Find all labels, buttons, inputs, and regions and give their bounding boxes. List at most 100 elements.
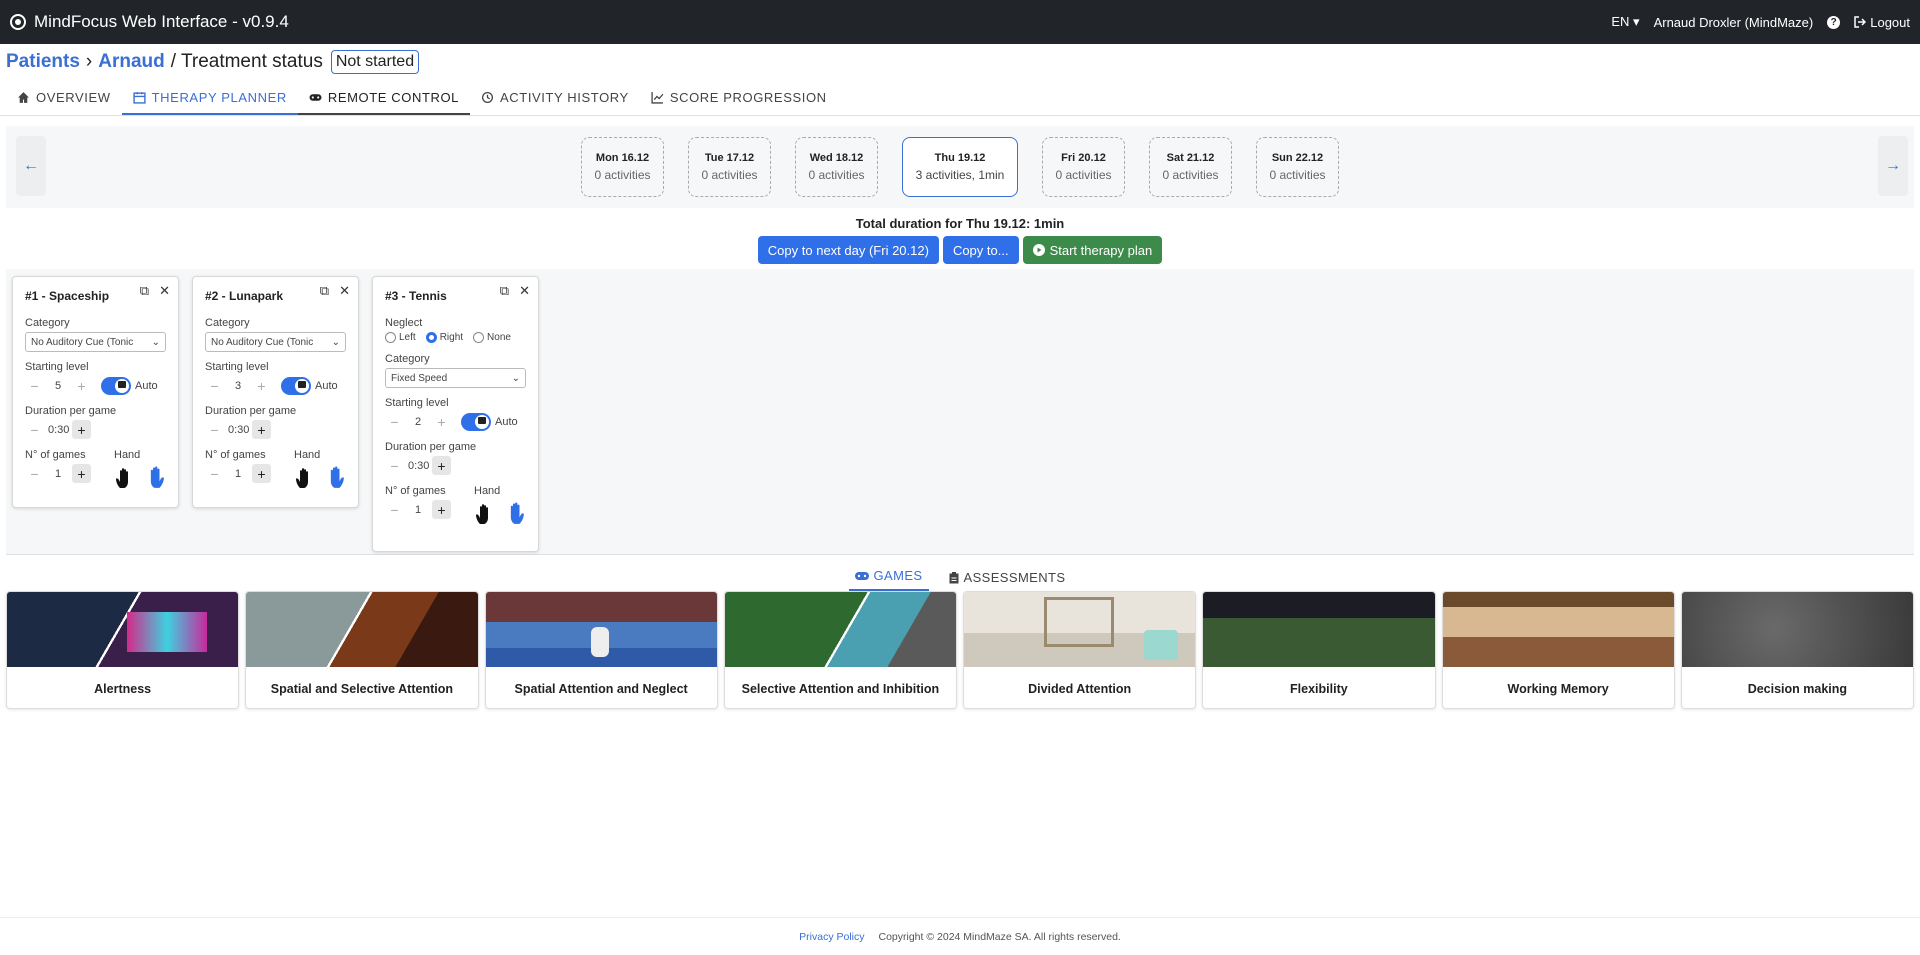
game-card[interactable]: Flexibility bbox=[1202, 591, 1436, 709]
day-card-selected[interactable]: Thu 19.12 3 activities, 1min bbox=[902, 137, 1018, 197]
plus-button[interactable]: + bbox=[72, 464, 91, 483]
plus-button[interactable]: + bbox=[432, 500, 451, 519]
game-thumbnail bbox=[724, 592, 956, 667]
close-icon[interactable]: ✕ bbox=[519, 283, 530, 299]
games-label: N° of games bbox=[385, 485, 446, 497]
day-card[interactable]: Mon 16.12 0 activities bbox=[581, 137, 664, 197]
left-hand-icon[interactable] bbox=[294, 466, 318, 490]
game-thumbnail bbox=[246, 592, 478, 667]
minus-button[interactable]: − bbox=[25, 376, 44, 395]
previous-week-button[interactable]: ← bbox=[16, 136, 46, 196]
game-card[interactable]: Decision making bbox=[1680, 591, 1914, 709]
day-label: Wed 18.12 bbox=[809, 152, 864, 164]
duration-value: 0:30 bbox=[48, 423, 70, 436]
privacy-policy-link[interactable]: Privacy Policy bbox=[799, 931, 864, 943]
day-card[interactable]: Wed 18.12 0 activities bbox=[795, 137, 878, 197]
breadcrumb-patients[interactable]: Patients bbox=[6, 51, 80, 73]
game-card[interactable]: Alertness bbox=[6, 591, 240, 709]
day-card[interactable]: Sat 21.12 0 activities bbox=[1149, 137, 1232, 197]
games-stepper: −1 + bbox=[385, 500, 451, 519]
plus-button[interactable]: + bbox=[72, 420, 91, 439]
tab-score-progression[interactable]: SCORE PROGRESSION bbox=[640, 81, 838, 115]
plus-button[interactable]: + bbox=[72, 376, 91, 395]
neglect-label: Neglect bbox=[385, 317, 423, 329]
breadcrumb: Patients › Arnaud / Treatment status Not… bbox=[0, 44, 1920, 80]
close-icon[interactable]: ✕ bbox=[159, 283, 170, 299]
next-week-button[interactable]: → bbox=[1878, 136, 1908, 196]
games-stepper: −1 + bbox=[205, 464, 271, 483]
game-card[interactable]: Spatial and Selective Attention bbox=[245, 591, 479, 709]
plus-button[interactable]: + bbox=[252, 376, 271, 395]
day-card[interactable]: Tue 17.12 0 activities bbox=[688, 137, 771, 197]
copy-next-day-button[interactable]: Copy to next day (Fri 20.12) bbox=[757, 236, 939, 264]
start-therapy-button[interactable]: Start therapy plan bbox=[1022, 236, 1163, 264]
neglect-left-radio[interactable]: Left bbox=[385, 332, 416, 343]
auto-toggle[interactable] bbox=[461, 412, 491, 431]
tab-assessments[interactable]: ASSESSMENTS bbox=[943, 570, 1072, 591]
plus-button[interactable]: + bbox=[252, 420, 271, 439]
games-label: N° of games bbox=[25, 449, 86, 461]
minus-button[interactable]: − bbox=[205, 376, 224, 395]
right-hand-icon[interactable] bbox=[140, 464, 166, 490]
minus-button[interactable]: − bbox=[385, 412, 404, 431]
day-card[interactable]: Fri 20.12 0 activities bbox=[1042, 137, 1125, 197]
auto-toggle[interactable] bbox=[101, 376, 131, 395]
game-card[interactable]: Working Memory bbox=[1441, 591, 1675, 709]
category-select[interactable]: Fixed Speed ⌄ bbox=[385, 368, 526, 388]
minus-button[interactable]: − bbox=[385, 500, 404, 519]
game-card[interactable]: Selective Attention and Inhibition bbox=[723, 591, 957, 709]
game-card[interactable]: Spatial Attention and Neglect bbox=[484, 591, 718, 709]
copy-icon[interactable]: ⧉ bbox=[320, 283, 329, 299]
language-dropdown[interactable]: EN ▾ bbox=[1611, 14, 1639, 30]
app-brand[interactable]: MindFocus Web Interface - v0.9.4 bbox=[10, 12, 289, 32]
level-value: 3 bbox=[234, 379, 242, 392]
close-icon[interactable]: ✕ bbox=[339, 283, 350, 299]
game-name: Spatial and Selective Attention bbox=[270, 682, 453, 696]
tab-games[interactable]: GAMES bbox=[848, 568, 929, 591]
copy-icon[interactable]: ⧉ bbox=[500, 283, 509, 299]
day-card[interactable]: Sun 22.12 0 activities bbox=[1256, 137, 1339, 197]
plus-button[interactable]: + bbox=[432, 456, 451, 475]
logout-button[interactable]: Logout bbox=[1854, 15, 1910, 30]
neglect-right-radio[interactable]: Right bbox=[425, 332, 463, 343]
minus-button[interactable]: − bbox=[25, 420, 44, 439]
minus-button[interactable]: − bbox=[205, 464, 224, 483]
plus-button[interactable]: + bbox=[252, 464, 271, 483]
right-hand-icon[interactable] bbox=[500, 500, 526, 526]
minus-button[interactable]: − bbox=[385, 456, 404, 475]
copy-icon[interactable]: ⧉ bbox=[140, 283, 149, 299]
right-hand-icon[interactable] bbox=[320, 464, 346, 490]
minus-button[interactable]: − bbox=[205, 420, 224, 439]
category-value: Fixed Speed bbox=[391, 372, 448, 384]
game-thumbnail bbox=[1203, 592, 1435, 667]
hand-label: Hand bbox=[114, 449, 141, 461]
activity-card: ⧉ ✕ #1 - Spaceship Category No Auditory C… bbox=[12, 276, 179, 508]
category-label: Category bbox=[25, 317, 70, 329]
minus-button[interactable]: − bbox=[25, 464, 44, 483]
history-icon bbox=[481, 91, 494, 103]
category-select[interactable]: No Auditory Cue (Tonic ⌄ bbox=[25, 332, 166, 352]
game-thumbnail bbox=[485, 592, 717, 667]
game-card[interactable]: Divided Attention bbox=[963, 591, 1197, 709]
activity-card: ⧉ ✕ #2 - Lunapark Category No Auditory Cu… bbox=[192, 276, 359, 508]
user-name[interactable]: Arnaud Droxler (MindMaze) bbox=[1654, 15, 1814, 30]
help-icon[interactable]: ? bbox=[1827, 15, 1841, 29]
neglect-none-radio[interactable]: None bbox=[473, 332, 511, 343]
tab-activity-history[interactable]: ACTIVITY HISTORY bbox=[470, 81, 640, 115]
tab-therapy-planner[interactable]: THERAPY PLANNER bbox=[121, 81, 298, 115]
activity-list: ⧉ ✕ #1 - Spaceship Category No Auditory C… bbox=[6, 269, 1914, 555]
left-hand-icon[interactable] bbox=[474, 502, 498, 526]
day-activities: 0 activities bbox=[1162, 168, 1219, 182]
day-label: Sat 21.12 bbox=[1166, 152, 1215, 164]
game-name: Spatial Attention and Neglect bbox=[514, 682, 688, 696]
tab-remote-control[interactable]: REMOTE CONTROL bbox=[297, 81, 471, 115]
play-circle-icon bbox=[1032, 244, 1045, 256]
breadcrumb-patient[interactable]: Arnaud bbox=[98, 51, 165, 73]
plus-button[interactable]: + bbox=[432, 412, 451, 431]
game-name: Flexibility bbox=[1290, 682, 1348, 696]
copy-to-button[interactable]: Copy to... bbox=[942, 236, 1019, 264]
category-select[interactable]: No Auditory Cue (Tonic ⌄ bbox=[205, 332, 346, 352]
auto-toggle[interactable] bbox=[281, 376, 311, 395]
tab-overview[interactable]: OVERVIEW bbox=[6, 81, 122, 115]
left-hand-icon[interactable] bbox=[114, 466, 138, 490]
